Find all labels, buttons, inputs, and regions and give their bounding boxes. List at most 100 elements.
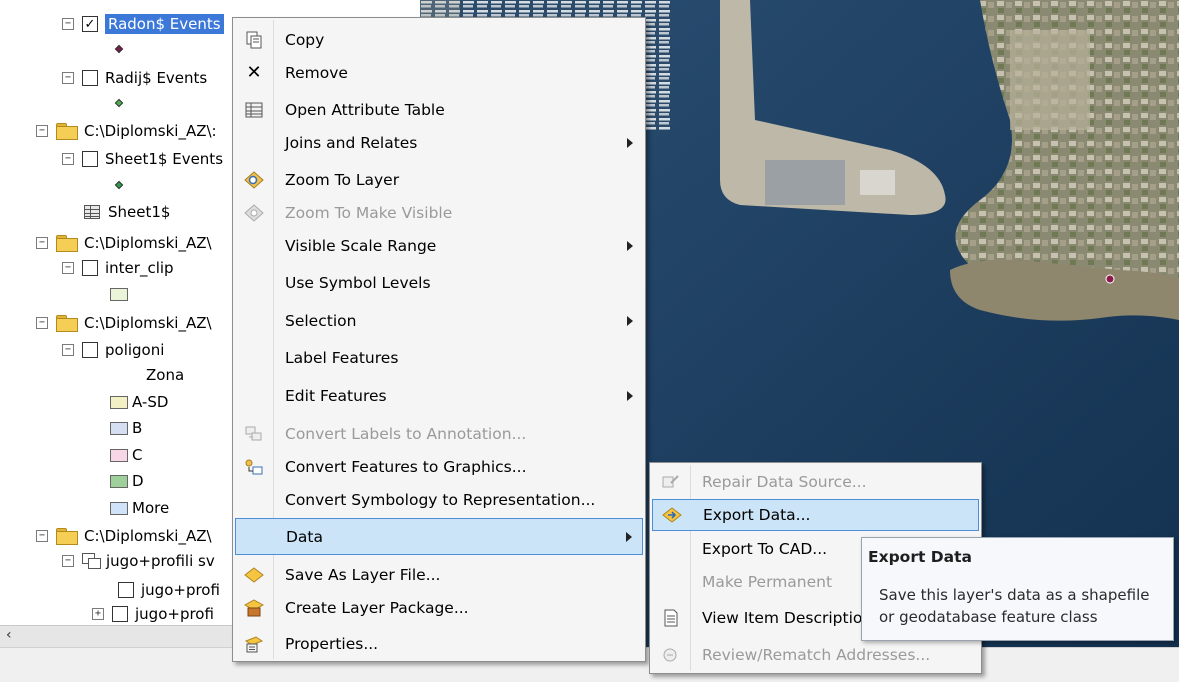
legend-class-label: More xyxy=(132,499,170,517)
toc-workspace-2[interactable]: − C:\Diplomski_AZ\ xyxy=(36,230,212,256)
map-point-marker[interactable] xyxy=(1105,274,1115,284)
layer-checkbox-sublayer[interactable] xyxy=(112,606,128,622)
toc-layer-radij[interactable]: − Radij$ Events xyxy=(62,65,207,91)
menu-item-properties[interactable]: Properties... xyxy=(235,625,643,662)
toc-layer-label[interactable]: Radij$ Events xyxy=(105,69,207,87)
menu-item-zoom-to-layer[interactable]: Zoom To Layer xyxy=(235,161,643,198)
layer-checkbox-poligoni[interactable] xyxy=(82,342,98,358)
menu-item-label: Visible Scale Range xyxy=(285,236,437,255)
workspace-label[interactable]: C:\Diplomski_AZ\ xyxy=(84,314,212,332)
toc-layer-label[interactable]: jugo+profi xyxy=(135,605,214,623)
collapse-icon[interactable]: − xyxy=(62,344,74,356)
layer-checkbox-inter-clip[interactable] xyxy=(82,260,98,276)
menu-item-copy[interactable]: Copy xyxy=(235,21,643,58)
menu-item-save-as-layer-file[interactable]: Save As Layer File... xyxy=(235,556,643,593)
collapse-icon[interactable]: − xyxy=(62,72,74,84)
menu-item-selection[interactable]: Selection xyxy=(235,302,643,339)
workspace-label[interactable]: C:\Diplomski_AZ\: xyxy=(84,122,217,140)
legend-class: C xyxy=(110,442,142,468)
submenu-arrow-icon xyxy=(627,137,633,148)
collapse-icon[interactable]: − xyxy=(62,18,74,30)
point-symbol-icon xyxy=(114,98,124,108)
workspace-label[interactable]: C:\Diplomski_AZ\ xyxy=(84,527,212,545)
menu-item-label: Save As Layer File... xyxy=(285,565,441,584)
toc-group-layer[interactable]: − jugo+profili sv xyxy=(62,548,215,574)
layer-checkbox-sublayer[interactable] xyxy=(118,582,134,598)
polygon-swatch-icon xyxy=(110,421,128,435)
scroll-left-icon[interactable]: ‹ xyxy=(6,627,12,643)
menu-item-open-attribute-table[interactable]: Open Attribute Table xyxy=(235,91,643,128)
group-layer-label[interactable]: jugo+profili sv xyxy=(106,552,215,570)
export-data-icon xyxy=(661,504,683,526)
menu-item-export-data[interactable]: Export Data... xyxy=(652,499,979,531)
table-icon xyxy=(84,205,100,219)
toc-layer-label[interactable]: jugo+profi xyxy=(141,581,220,599)
table-label[interactable]: Sheet1$ xyxy=(108,203,170,221)
menu-item-remove[interactable]: ✕ Remove xyxy=(235,54,643,91)
collapse-icon[interactable]: − xyxy=(36,237,48,249)
layer-checkbox-radon[interactable]: ✓ xyxy=(82,16,98,32)
legend-class: More xyxy=(110,495,169,521)
radon-symbol xyxy=(114,36,124,62)
menu-item-label: Convert Labels to Annotation... xyxy=(285,424,527,443)
layer-file-icon xyxy=(243,564,265,586)
toc-layer-sheet1-events[interactable]: − Sheet1$ Events xyxy=(62,146,223,172)
menu-item-label: Export Data... xyxy=(703,506,811,524)
point-symbol-icon xyxy=(114,180,124,190)
layer-context-menu[interactable]: Copy ✕ Remove Open Attribute Table Joins… xyxy=(232,17,646,662)
remove-icon: ✕ xyxy=(246,62,262,83)
toc-layer-poligoni[interactable]: − poligoni xyxy=(62,337,164,363)
menu-item-convert-symbology[interactable]: Convert Symbology to Representation... xyxy=(235,481,643,518)
menu-item-label: Zoom To Make Visible xyxy=(285,203,453,222)
legend-class: B xyxy=(110,415,142,441)
layer-checkbox-sheet1[interactable] xyxy=(82,151,98,167)
menu-item-visible-scale-range[interactable]: Visible Scale Range xyxy=(235,227,643,264)
menu-item-data[interactable]: Data xyxy=(235,518,643,555)
expand-icon[interactable]: + xyxy=(92,608,104,620)
menu-item-label: Review/Rematch Addresses... xyxy=(702,646,931,664)
toc-workspace-4[interactable]: − C:\Diplomski_AZ\ xyxy=(36,523,212,549)
toc-sublayer[interactable]: jugo+profi xyxy=(118,577,220,603)
menu-item-zoom-to-make-visible: Zoom To Make Visible xyxy=(235,194,643,231)
toc-layer-label[interactable]: poligoni xyxy=(105,341,164,359)
polygon-swatch-icon xyxy=(110,501,128,515)
toc-workspace-3[interactable]: − C:\Diplomski_AZ\ xyxy=(36,310,212,336)
workspace-label[interactable]: C:\Diplomski_AZ\ xyxy=(84,234,212,252)
collapse-icon[interactable]: − xyxy=(36,125,48,137)
toc-layer-label[interactable]: Sheet1$ Events xyxy=(105,150,223,168)
table-icon xyxy=(243,99,265,121)
layer-package-icon xyxy=(243,597,265,619)
tooltip-body: Save this layer's data as a shapefile or… xyxy=(879,586,1150,626)
collapse-icon[interactable]: − xyxy=(62,153,74,165)
toc-table-sheet1[interactable]: Sheet1$ xyxy=(84,199,170,225)
toc-sublayer[interactable]: + jugo+profi xyxy=(92,604,214,624)
legend-class-label: A-SD xyxy=(132,393,169,411)
collapse-icon[interactable]: − xyxy=(62,555,74,567)
layer-checkbox-radij[interactable] xyxy=(82,70,98,86)
menu-item-edit-features[interactable]: Edit Features xyxy=(235,377,643,414)
toc-layer-inter-clip[interactable]: − inter_clip xyxy=(62,255,174,281)
item-description-icon xyxy=(660,607,682,629)
menu-item-create-layer-package[interactable]: Create Layer Package... xyxy=(235,589,643,626)
menu-item-label: Open Attribute Table xyxy=(285,100,445,119)
collapse-icon[interactable]: − xyxy=(62,262,74,274)
collapse-icon[interactable]: − xyxy=(36,317,48,329)
menu-item-label: Edit Features xyxy=(285,386,387,405)
menu-item-label-features[interactable]: Label Features xyxy=(235,339,643,376)
submenu-arrow-icon xyxy=(626,531,632,542)
menu-item-label: Use Symbol Levels xyxy=(285,273,431,292)
collapse-icon[interactable]: − xyxy=(36,530,48,542)
zoom-layer-icon xyxy=(243,169,265,191)
toc-layer-label[interactable]: inter_clip xyxy=(105,259,174,277)
legend-class-label: D xyxy=(132,472,144,490)
menu-item-convert-labels: Convert Labels to Annotation... xyxy=(235,415,643,452)
toc-layer-radon[interactable]: − ✓ Radon$ Events xyxy=(62,11,224,37)
toc-layer-label[interactable]: Radon$ Events xyxy=(105,14,224,34)
properties-icon xyxy=(243,633,265,655)
toc-workspace-1[interactable]: − C:\Diplomski_AZ\: xyxy=(36,118,217,144)
menu-item-joins-and-relates[interactable]: Joins and Relates xyxy=(235,124,643,161)
menu-item-convert-features-to-graphics[interactable]: Convert Features to Graphics... xyxy=(235,448,643,485)
menu-item-use-symbol-levels[interactable]: Use Symbol Levels xyxy=(235,264,643,301)
legend-heading-label: Zona xyxy=(146,366,185,384)
menu-item-label: Convert Features to Graphics... xyxy=(285,457,527,476)
